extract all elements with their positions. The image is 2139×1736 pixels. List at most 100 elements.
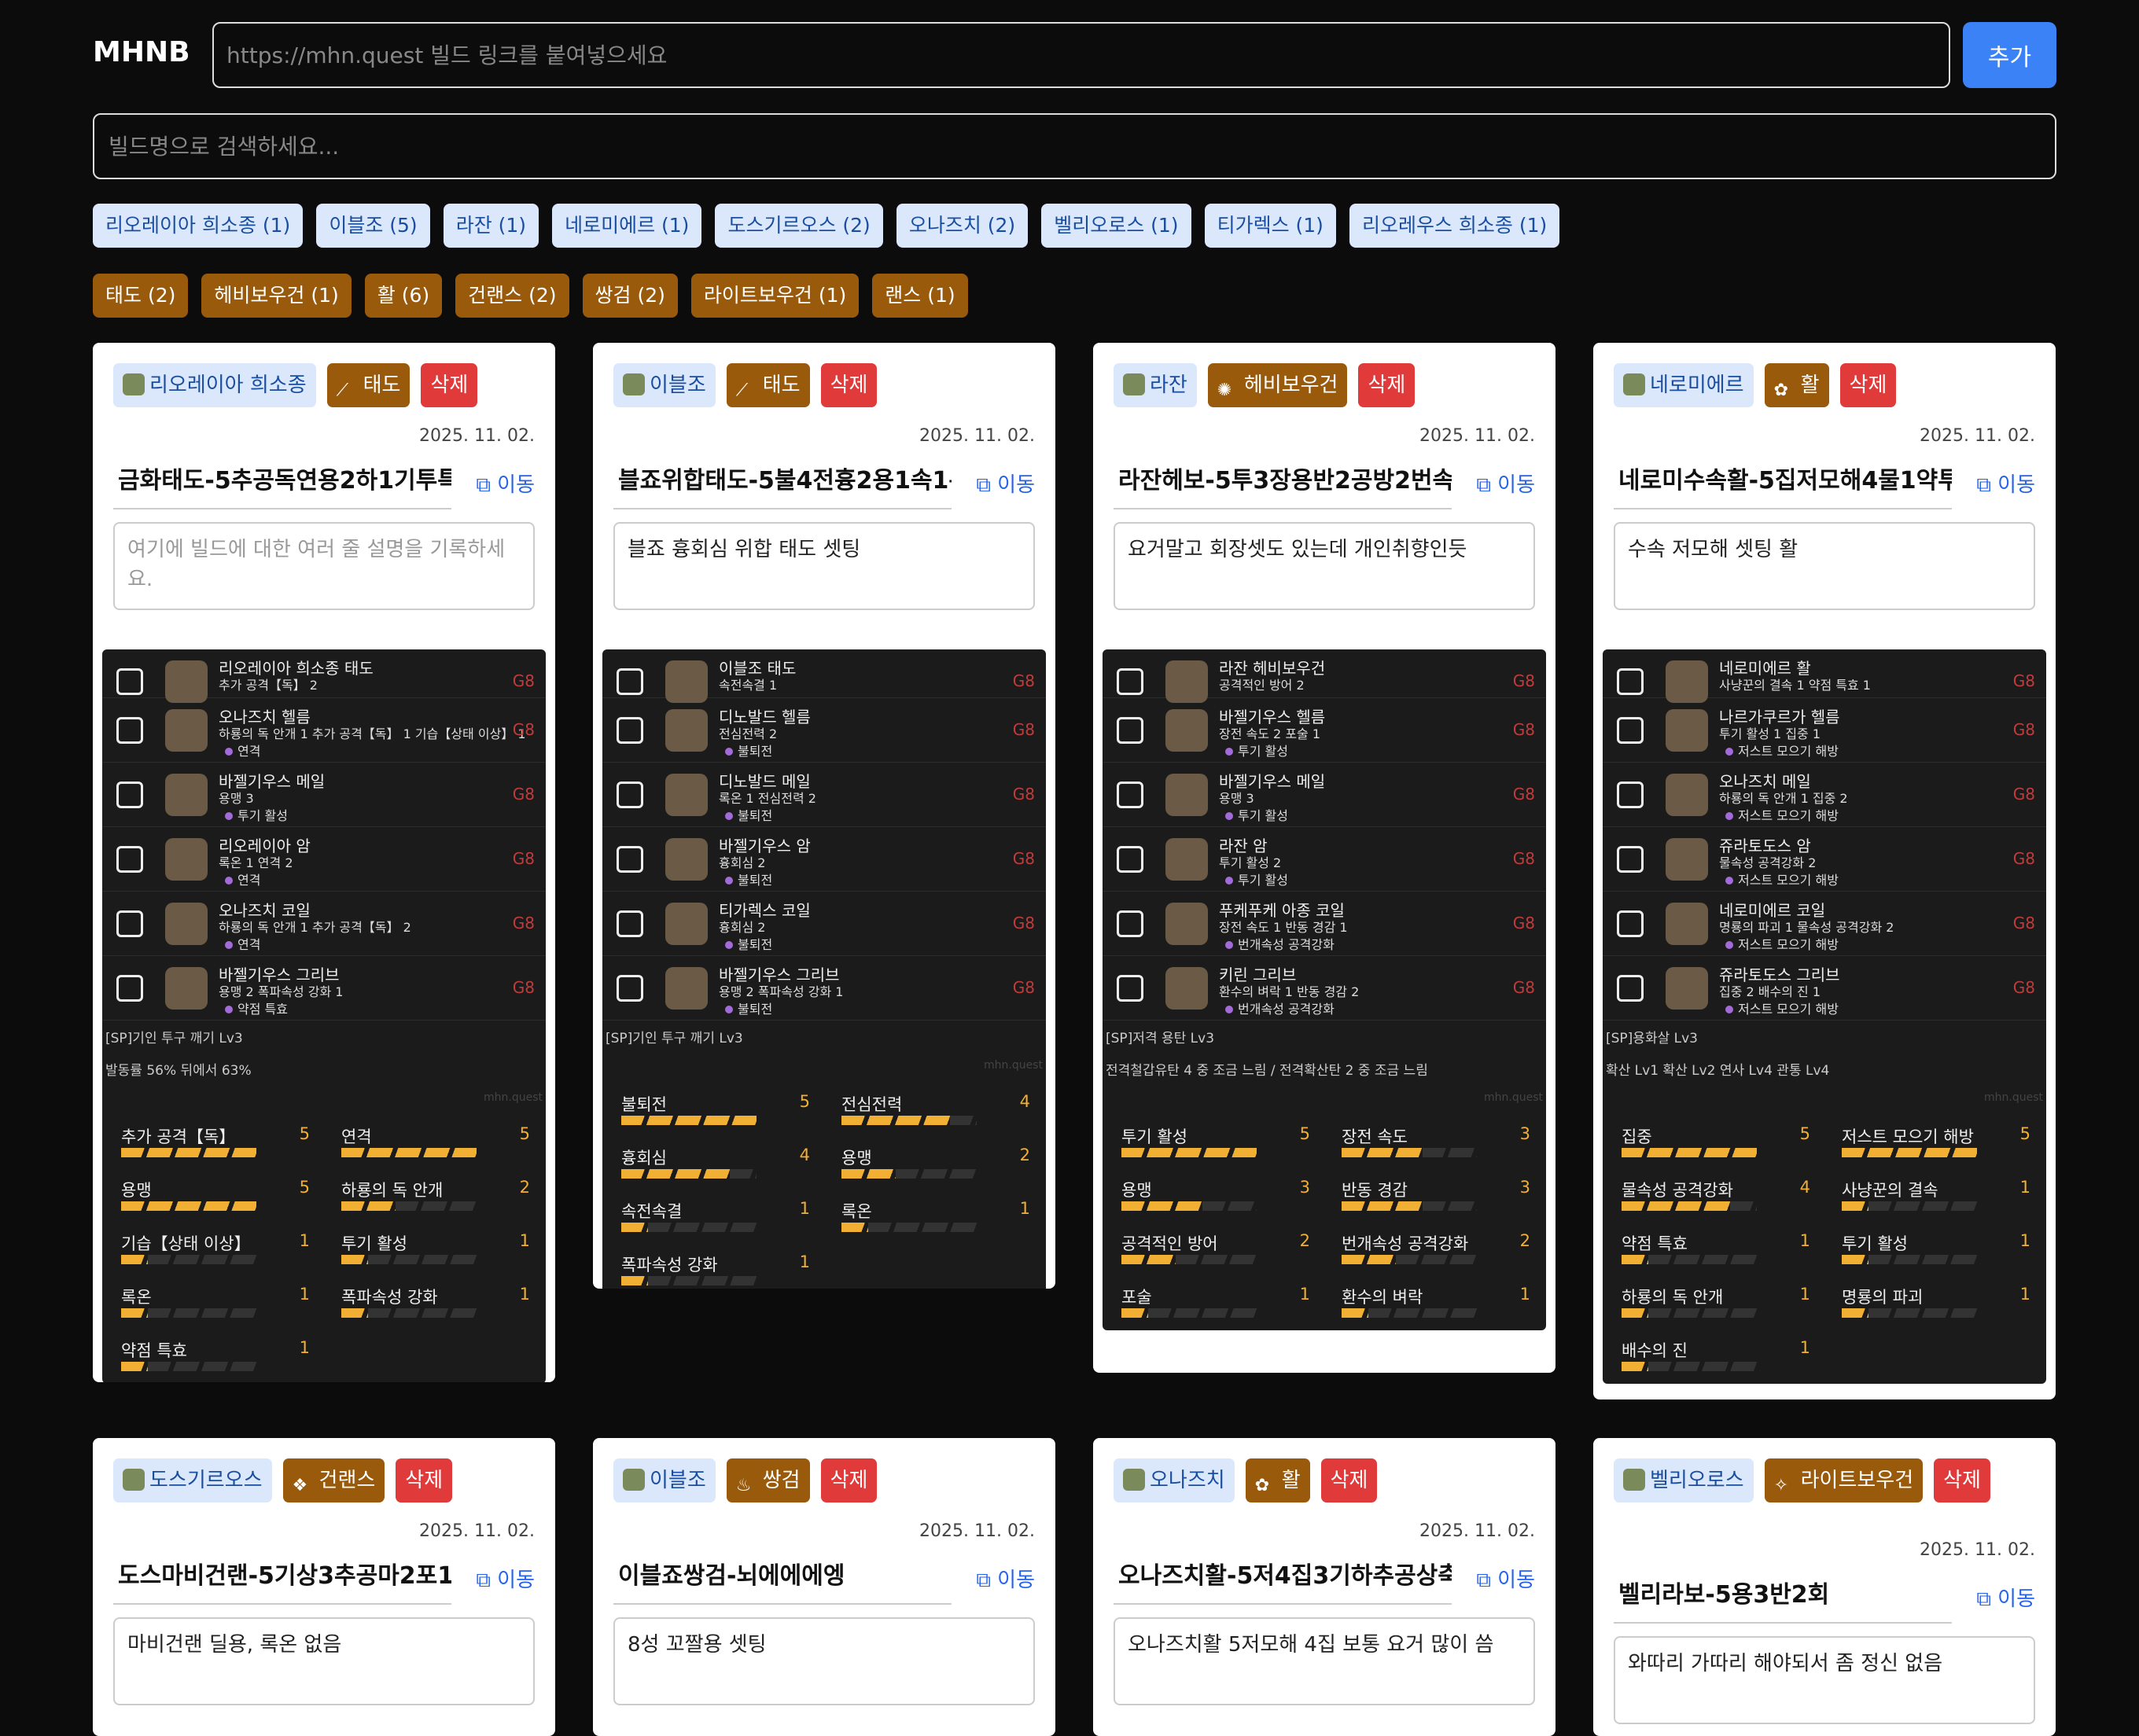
open-link[interactable]: ⧉ 이동 xyxy=(1976,469,2035,498)
open-link[interactable]: ⧉ 이동 xyxy=(1476,1564,1535,1593)
build-url-input[interactable] xyxy=(212,22,1950,88)
build-description[interactable]: 마비건랜 딜용, 록온 없음 xyxy=(113,1617,535,1705)
weapon-tag[interactable]: ❖ 건랜스 xyxy=(282,1458,385,1502)
skill-level-bar xyxy=(1622,1201,1730,1211)
open-link[interactable]: ⧉ 이동 xyxy=(976,1564,1035,1593)
coil-slot-icon xyxy=(1617,910,1644,937)
delete-button[interactable]: 삭제 xyxy=(1839,363,1897,407)
delete-button[interactable]: 삭제 xyxy=(1320,1458,1378,1502)
delete-button[interactable]: 삭제 xyxy=(1358,363,1416,407)
open-link[interactable]: ⧉ 이동 xyxy=(1476,469,1535,498)
build-name[interactable]: 금화태도-5추공독연용2하1기투특 xyxy=(113,459,451,509)
weapon-filter-chip[interactable]: 랜스 (1) xyxy=(872,274,968,318)
monster-filter-chip[interactable]: 라잔 (1) xyxy=(443,204,539,248)
arm-slot-icon xyxy=(1617,846,1644,873)
equipment-thumbnail xyxy=(1165,774,1208,816)
search-input[interactable] xyxy=(93,113,2056,179)
skill-level: 5 xyxy=(299,1124,310,1143)
equipment-skills: 용맹 2 폭파속성 강화 1 xyxy=(219,984,344,999)
build-description[interactable]: 수속 저모해 셋팅 활 xyxy=(1614,522,2035,610)
open-link[interactable]: ⧉ 이동 xyxy=(1976,1583,2035,1612)
equipment-row: 쥬라토도스 암 물속성 공격강화 2 저스트 모으기 해방 G8 xyxy=(1603,827,2046,892)
skill-level-bar xyxy=(1121,1255,1176,1264)
monster-tag[interactable]: 이블조 xyxy=(613,363,716,407)
skill-level-bar xyxy=(1842,1148,1977,1157)
open-link[interactable]: ⧉ 이동 xyxy=(476,469,535,498)
delete-button[interactable]: 삭제 xyxy=(396,1458,453,1502)
monster-filter-chip[interactable]: 네로미에르 (1) xyxy=(552,204,702,248)
monster-tag[interactable]: 벨리오로스 xyxy=(1614,1458,1754,1502)
weapon-tag[interactable]: ⟋ 태도 xyxy=(326,363,410,407)
weapon-tag-label: 헤비보우건 xyxy=(1243,373,1338,397)
weapon-tag[interactable]: ⟋ 태도 xyxy=(726,363,810,407)
weapon-icon: ⟋ xyxy=(735,381,749,400)
monster-filter-chip[interactable]: 리오레이아 희소종 (1) xyxy=(93,204,304,248)
monster-filter-chip[interactable]: 오나즈치 (2) xyxy=(896,204,1029,248)
delete-button[interactable]: 삭제 xyxy=(820,1458,878,1502)
delete-button[interactable]: 삭제 xyxy=(820,363,878,407)
weapon-filter-chip[interactable]: 라이트보우건 (1) xyxy=(690,274,860,318)
mail-slot-icon xyxy=(116,782,143,808)
build-name[interactable]: 오나즈치활-5저4집3기하추공상축 xyxy=(1114,1554,1452,1605)
equipment-skills: 용맹 3 xyxy=(219,791,254,806)
set-bonus: 불퇴전 xyxy=(725,999,772,1017)
grade-label: G8 xyxy=(1012,849,1035,868)
open-link-label: 이동 xyxy=(1497,473,1535,497)
grade-label: G8 xyxy=(1012,785,1035,804)
weapon-filter-chip[interactable]: 헤비보우건 (1) xyxy=(201,274,352,318)
equipment-row: 바젤기우스 헬름 장전 속도 2 포술 1 투기 활성 G8 xyxy=(1103,698,1546,763)
equipment-skills: 흉회심 2 xyxy=(719,920,766,935)
equipment-skills: 흉회심 2 xyxy=(719,855,766,870)
skill-summary: 투기 활성 5 장전 속도 3 용맹 3 반동 경감 3 공격적인 방어 2 번개속성 공격강화 2 포… xyxy=(1103,1110,1546,1330)
monster-filter-chip[interactable]: 도스기르오스 (2) xyxy=(715,204,883,248)
grade-label: G8 xyxy=(1512,720,1535,739)
weapon-tag[interactable]: ✺ 헤비보우건 xyxy=(1207,363,1348,407)
build-description[interactable]: 요거말고 회장셋도 있는데 개인취향인듯 xyxy=(1114,522,1535,610)
monster-filter-chip[interactable]: 벨리오로스 (1) xyxy=(1041,204,1191,248)
equipment-row: 푸케푸케 아종 코일 장전 속도 1 반동 경감 1 번개속성 공격강화 G8 xyxy=(1103,892,1546,956)
open-link[interactable]: ⧉ 이동 xyxy=(976,469,1035,498)
helm-slot-icon xyxy=(1617,717,1644,744)
build-name[interactable]: 벨리라보-5용3반2회 xyxy=(1614,1573,1952,1624)
skill-level-bar xyxy=(1622,1362,1648,1371)
build-description[interactable]: 블죠 흉회심 위합 태도 셋팅 xyxy=(613,522,1035,610)
delete-button[interactable]: 삭제 xyxy=(421,363,478,407)
weapon-tag[interactable]: ♨ 쌍검 xyxy=(726,1458,810,1502)
open-link-label: 이동 xyxy=(1997,473,2035,497)
monster-filter-chip[interactable]: 리오레우스 희소종 (1) xyxy=(1349,204,1560,248)
build-description[interactable]: 8성 꼬짤용 셋팅 xyxy=(613,1617,1035,1705)
build-name[interactable]: 블죠위합태도-5불4전흉2용1속1록 xyxy=(613,459,952,509)
monster-tag[interactable]: 네로미에르 xyxy=(1614,363,1754,407)
monster-filter-chip[interactable]: 티가렉스 (1) xyxy=(1204,204,1336,248)
weapon-filter-chip[interactable]: 활 (6) xyxy=(364,274,443,318)
build-description[interactable]: 여기에 빌드에 대한 여러 줄 설명을 기록하세요. xyxy=(113,522,535,610)
delete-button[interactable]: 삭제 xyxy=(1934,1458,1990,1502)
grade-label: G8 xyxy=(1512,978,1535,997)
weapon-filter-chip[interactable]: 태도 (2) xyxy=(93,274,189,318)
equipment-skills: 장전 속도 1 반동 경감 1 xyxy=(1219,920,1348,935)
monster-tag[interactable]: 라잔 xyxy=(1114,363,1197,407)
monster-filter-chip[interactable]: 이블조 (5) xyxy=(316,204,430,248)
weapon-tag[interactable]: ✧ 라이트보우건 xyxy=(1764,1458,1924,1502)
monster-tag[interactable]: 이블조 xyxy=(613,1458,716,1502)
weapon-tag[interactable]: ✿ 활 xyxy=(1764,363,1829,407)
add-button[interactable]: 추가 xyxy=(1963,22,2056,88)
weapon-tag[interactable]: ✿ 활 xyxy=(1245,1458,1310,1502)
monster-tag-label: 도스기르오스 xyxy=(149,1469,263,1492)
skill-name: 하룡의 독 안개 xyxy=(341,1181,444,1200)
set-bonus: 저스트 모으기 해방 xyxy=(1725,805,1839,824)
skill-name: 흉회심 xyxy=(621,1149,667,1168)
monster-tag[interactable]: 리오레이아 희소종 xyxy=(113,363,316,407)
build-name[interactable]: 도스마비건랜-5기상3추공마2포1 xyxy=(113,1554,451,1605)
build-description[interactable]: 와따리 가따리 해야되서 좀 정신 없음 xyxy=(1614,1636,2035,1724)
build-name[interactable]: 이블죠쌍검-뇌에에에엥 xyxy=(613,1554,952,1605)
open-link[interactable]: ⧉ 이동 xyxy=(476,1564,535,1593)
monster-tag[interactable]: 도스기르오스 xyxy=(113,1458,272,1502)
weapon-filter-chip[interactable]: 건랜스 (2) xyxy=(455,274,569,318)
build-name[interactable]: 네로미수속활-5집저모해4물1약투 xyxy=(1614,459,1952,509)
skill-level-bar xyxy=(1121,1308,1148,1318)
build-name[interactable]: 라잔헤보-5투3장용반2공방2번속 xyxy=(1114,459,1452,509)
monster-tag[interactable]: 오나즈치 xyxy=(1114,1458,1235,1502)
build-description[interactable]: 오나즈치활 5저모해 4집 보통 요거 많이 씀 xyxy=(1114,1617,1535,1705)
weapon-filter-chip[interactable]: 쌍검 (2) xyxy=(582,274,678,318)
